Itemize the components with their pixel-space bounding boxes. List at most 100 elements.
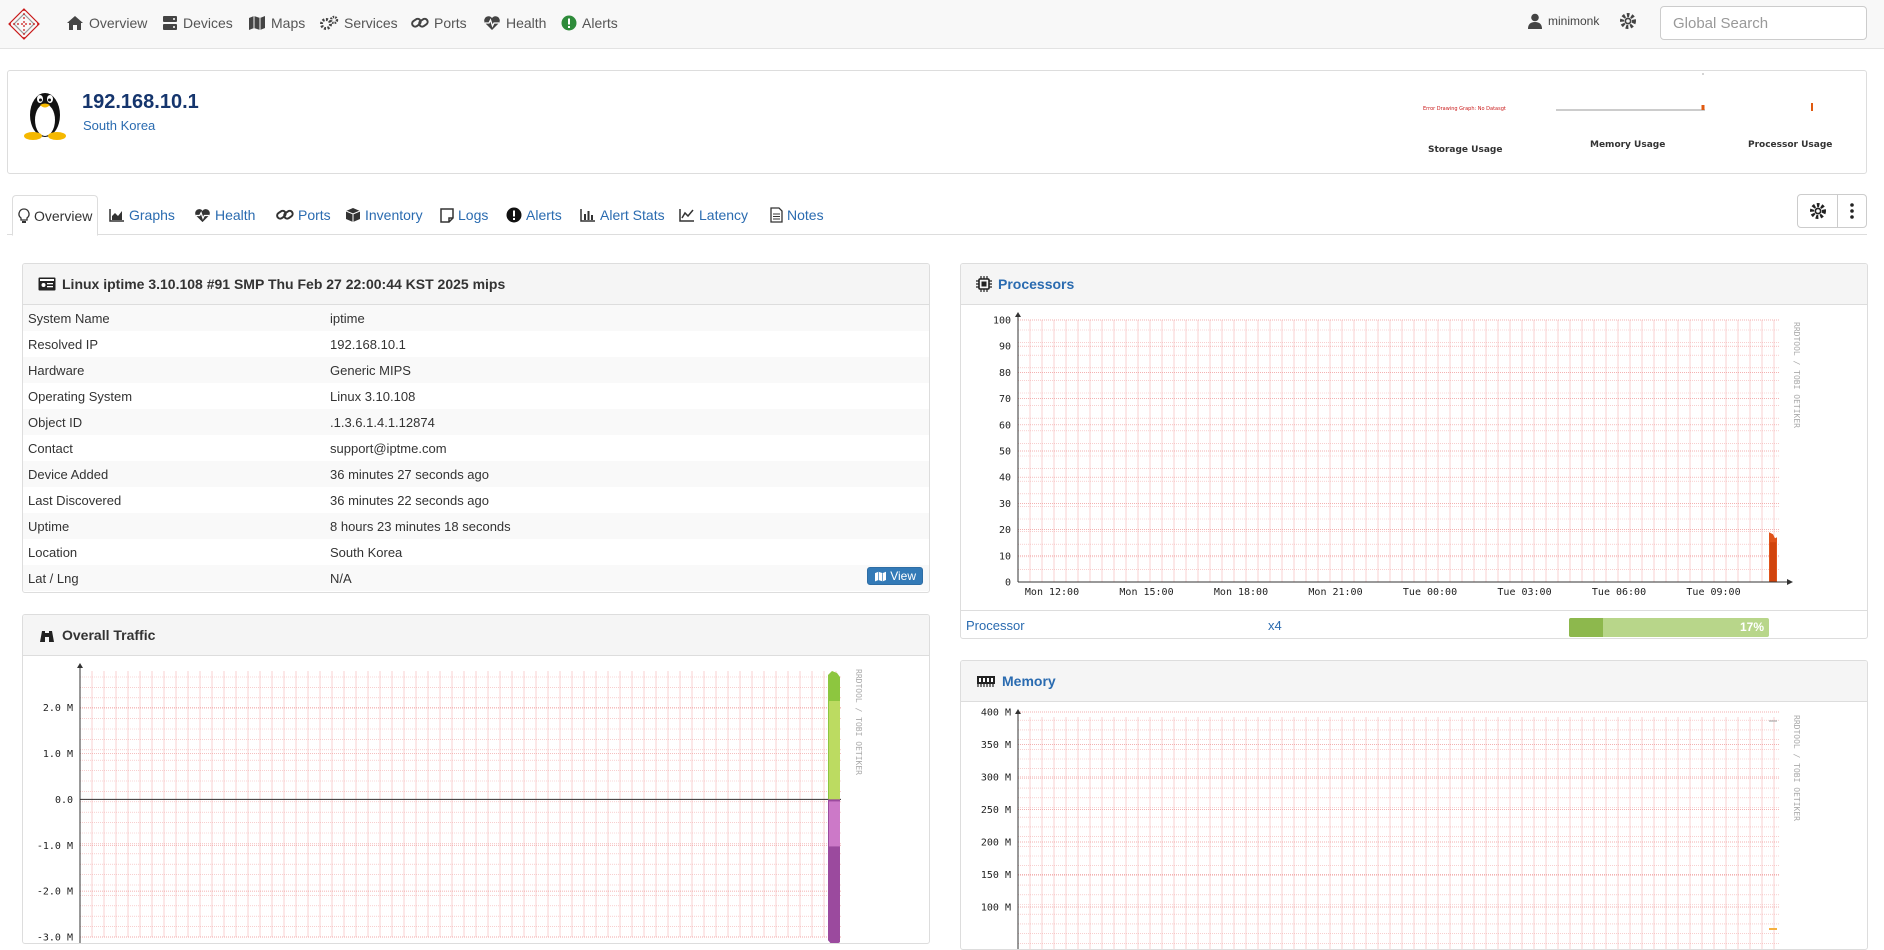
- tab-notes-label: Notes: [787, 207, 824, 223]
- device-overview-panel: Linux iptime 3.10.108 #91 SMP Thu Feb 27…: [22, 263, 930, 593]
- info-key: Object ID: [23, 409, 325, 435]
- device-more-menu-button[interactable]: [1837, 194, 1867, 228]
- tab-overview[interactable]: Overview: [12, 195, 99, 236]
- tab-logs[interactable]: Logs: [435, 195, 493, 235]
- overall-traffic-panel: Overall Traffic 2.0 M 1.0 M 0.0 -1.0 M -2.0 …: [22, 614, 930, 944]
- nav-services[interactable]: Services: [319, 12, 398, 34]
- memory-usage-label: Memory Usage: [1590, 140, 1666, 150]
- processor-usage-fill: [1569, 618, 1603, 637]
- x-tick-label: Tue 03:00: [1497, 587, 1551, 598]
- traffic-in-band: [829, 701, 840, 800]
- map-icon: [875, 571, 887, 581]
- tab-alerts[interactable]: Alerts: [501, 195, 567, 235]
- info-row-system-name: System Name iptime: [23, 305, 929, 331]
- info-key: Location: [28, 544, 78, 560]
- sticky-note-icon: [440, 207, 454, 223]
- gear-icon: [1809, 203, 1826, 219]
- exclamation-circle-icon: [561, 15, 577, 31]
- lightbulb-icon: [18, 207, 30, 223]
- x-tick-label: Tue 06:00: [1592, 587, 1646, 598]
- info-row-lat-lng: Lat / Lng N/A View: [23, 565, 929, 591]
- y-tick-label: 1.0 M: [43, 749, 73, 760]
- info-row-contact: Contact support@iptme.com: [23, 435, 929, 461]
- nav-alerts-label: Alerts: [582, 15, 618, 31]
- y-tick-label: 70: [999, 394, 1011, 405]
- device-settings-button[interactable]: [1797, 194, 1838, 228]
- y-tick-label: 2.0 M: [43, 703, 73, 714]
- y-tick-label: 250 M: [981, 805, 1011, 816]
- info-value: 8 hours 23 minutes 18 seconds: [325, 513, 929, 539]
- processors-title-link[interactable]: Processors: [998, 276, 1074, 292]
- x-tick-label: Mon 12:00: [1025, 587, 1079, 598]
- info-row-hardware: Hardware Generic MIPS: [23, 357, 929, 383]
- y-tick-label: 20: [999, 525, 1011, 536]
- info-value: Linux 3.10.108: [330, 388, 416, 404]
- memory-usage-minigraph[interactable]: [1548, 71, 1708, 121]
- user-menu[interactable]: minimonk: [1528, 13, 1599, 29]
- memory-graph[interactable]: 400 M 350 M 300 M 250 M 200 M 150 M 100 M RRDTO…: [961, 703, 1867, 950]
- info-value: 36 minutes 22 seconds ago: [330, 492, 489, 508]
- top-navbar: Overview Devices Maps Services Ports Hea…: [0, 0, 1884, 49]
- heartbeat-icon: [484, 16, 500, 30]
- y-tick-label: 350 M: [981, 740, 1011, 751]
- y-tick-label: 150 M: [981, 870, 1011, 881]
- info-key: Lat / Lng: [23, 565, 325, 591]
- storage-usage-error: Error Drawing Graph: No Datasgt: [1423, 106, 1506, 112]
- rrdtool-watermark: RRDTOOL / TOBI OETIKER: [1792, 715, 1801, 821]
- x-tick-label: Mon 18:00: [1214, 587, 1268, 598]
- tab-alert-stats[interactable]: Alert Stats: [575, 195, 670, 235]
- processor-usage-minigraph[interactable]: [1798, 101, 1818, 121]
- nav-devices[interactable]: Devices: [162, 12, 233, 34]
- nav-maps[interactable]: Maps: [248, 12, 305, 34]
- exclamation-circle-icon: [506, 207, 522, 223]
- view-map-button[interactable]: View: [867, 567, 923, 585]
- y-tick-label: 100: [993, 316, 1011, 327]
- y-tick-label: 300 M: [981, 773, 1011, 784]
- file-text-icon: [770, 207, 783, 223]
- device-location-link[interactable]: South Korea: [83, 118, 155, 133]
- nav-overview-label: Overview: [89, 15, 148, 31]
- processors-panel: Processors 0 10 20 30 40 50 60 70 80 90 100 Mon 12:…: [960, 263, 1868, 639]
- y-tick-label: 40: [999, 473, 1011, 484]
- nav-overview[interactable]: Overview: [66, 12, 147, 34]
- rrdtool-watermark: RRDTOOL / TOBI OETIKER: [1792, 322, 1801, 428]
- settings-menu[interactable]: [1619, 12, 1637, 33]
- tab-ports-label: Ports: [298, 207, 331, 223]
- vertical-ellipsis-icon: [1850, 203, 1854, 219]
- y-tick-label: 10: [999, 551, 1011, 562]
- processors-graph[interactable]: 0 10 20 30 40 50 60 70 80 90 100 Mon 12:00 Mon 15:00…: [961, 306, 1867, 606]
- y-axis-arrow: [77, 663, 83, 668]
- y-tick-label: 200 M: [981, 838, 1011, 849]
- global-search-input[interactable]: [1660, 6, 1867, 40]
- info-key: Uptime: [23, 513, 325, 539]
- device-header: 192.168.10.1 South Korea Error Drawing G…: [7, 70, 1867, 174]
- nav-alerts[interactable]: Alerts: [561, 12, 618, 34]
- device-hostname-link[interactable]: 192.168.10.1: [82, 91, 199, 114]
- tab-graphs[interactable]: Graphs: [104, 195, 180, 235]
- nav-health[interactable]: Health: [483, 12, 546, 34]
- info-row-object-id: Object ID .1.3.6.1.4.1.12874: [23, 409, 929, 435]
- memory-title-link[interactable]: Memory: [1002, 673, 1056, 689]
- info-value: South Korea: [330, 544, 403, 560]
- nav-ports[interactable]: Ports: [411, 12, 467, 34]
- user-name: minimonk: [1548, 14, 1600, 28]
- tab-inventory[interactable]: Inventory: [340, 195, 428, 235]
- info-row-location: Location South Korea: [23, 539, 929, 565]
- link-icon: [411, 17, 429, 28]
- line-chart-icon: [679, 209, 694, 222]
- tab-latency[interactable]: Latency: [674, 195, 753, 235]
- tab-ports[interactable]: Ports: [271, 195, 336, 235]
- memory-panel: Memory 400 M 350 M 300 M 250 M 200 M 150 M 100…: [960, 660, 1868, 950]
- info-row-uptime: Uptime 8 hours 23 minutes 18 seconds: [23, 513, 929, 539]
- librenms-logo[interactable]: [7, 7, 41, 41]
- processor-name-link[interactable]: Processor: [966, 618, 1025, 633]
- info-row-device-added: Device Added 36 minutes 27 seconds ago: [23, 461, 929, 487]
- overall-traffic-graph[interactable]: 2.0 M1.0 M0.0-1.0 M-2.0 M-3.0 MMon 12:00…: [23, 657, 929, 944]
- y-tick-label: 50: [999, 447, 1011, 458]
- processors-panel-heading: Processors: [961, 264, 1867, 305]
- traffic-out-band: [829, 801, 840, 847]
- processor-count-link[interactable]: x4: [1268, 618, 1282, 633]
- link-icon: [276, 209, 294, 220]
- tab-notes[interactable]: Notes: [765, 195, 829, 235]
- tab-health[interactable]: Health: [189, 195, 260, 235]
